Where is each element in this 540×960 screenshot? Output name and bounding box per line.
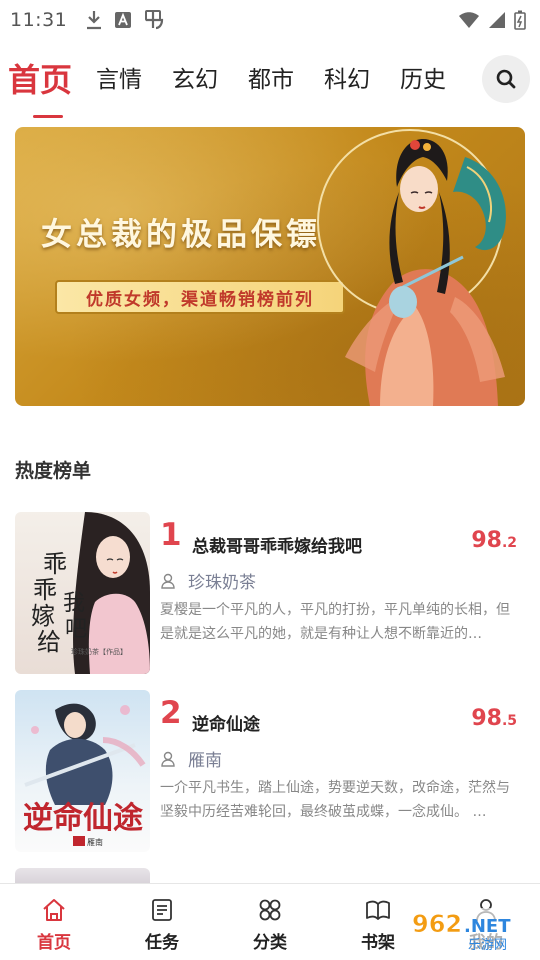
nav-bookshelf-label: 书架 [361, 933, 395, 953]
score-main: 98 [471, 706, 502, 731]
author-name[interactable]: 珍珠奶茶 [188, 568, 256, 593]
svg-text:.NET: .NET [464, 916, 511, 937]
home-icon [43, 899, 65, 921]
book-title[interactable]: 逆命仙途 [192, 710, 260, 735]
book-title[interactable]: 总裁哥哥乖乖嫁给我吧 [192, 532, 362, 557]
battery-icon [514, 10, 526, 30]
book-cover-2[interactable]: 逆命仙途 雁南 [15, 690, 150, 852]
tab-home-label: 首页 [8, 61, 73, 99]
ranking-item-1[interactable]: 乖 乖 嫁 给 我 吧 珍珠奶茶【作品】 1 总裁哥哥乖乖嫁给我吧 98.2 珍… [15, 512, 525, 674]
cover-2-title-glyphs: 逆命仙途 [23, 801, 144, 836]
search-button[interactable] [482, 55, 530, 103]
rank-number: 1 [160, 517, 182, 553]
tab-fantasy[interactable]: 玄幻 [172, 68, 218, 92]
svg-text:吧: 吧 [65, 617, 87, 642]
task-icon [152, 899, 172, 921]
tab-urban[interactable]: 都市 [248, 68, 294, 92]
svg-text:雁南: 雁南 [87, 837, 103, 847]
book-description: 夏樱是一个平凡的人，平凡的打扮，平凡单纯的长相，但是就是这么平凡的她，就是有种让… [160, 602, 510, 642]
author-name[interactable]: 雁南 [188, 746, 222, 771]
book-info-1: 1 总裁哥哥乖乖嫁给我吧 98.2 珍珠奶茶 夏樱是一个平凡的人，平凡的打扮，平… [160, 512, 525, 674]
rank-number: 2 [160, 695, 182, 731]
font-a-icon [115, 12, 132, 28]
wifi-icon [459, 12, 479, 28]
nav-home-label: 首页 [37, 933, 71, 953]
nav-category[interactable]: 分类 [216, 884, 324, 960]
book-cover-art-2: 逆命仙途 雁南 [15, 690, 150, 852]
user-icon [161, 751, 175, 767]
book-description: 一介平凡书生，踏上仙途，势要逆天数，改命途，茫然与坚毅中历经苦难轮回，最终破茧成… [160, 780, 510, 820]
download-icon [87, 11, 102, 30]
svg-text:乖: 乖 [33, 576, 57, 604]
banner-character-illustration [317, 129, 506, 406]
tab-romance[interactable]: 言情 [96, 68, 142, 92]
tab-scifi[interactable]: 科幻 [324, 68, 370, 92]
banner-subtitle: 优质女频，渠道畅销榜前列 [86, 289, 314, 310]
heat-score: 98.2 [471, 528, 517, 553]
score-main: 98 [471, 528, 502, 553]
nav-category-label: 分类 [253, 933, 287, 953]
svg-text:给: 给 [37, 628, 61, 656]
score-decimal: .2 [501, 535, 517, 551]
heat-score: 98.5 [471, 706, 517, 731]
watermark-logo: 962 .NET 乐游网 [406, 908, 536, 953]
category-tabs: 首页 言情 玄幻 都市 科幻 历史 [0, 48, 540, 118]
svg-text:珍珠奶茶【作品】: 珍珠奶茶【作品】 [71, 647, 127, 656]
book-cover-1[interactable]: 乖 乖 嫁 给 我 吧 珍珠奶茶【作品】 [15, 512, 150, 674]
cover-1-title-glyph: 乖 [43, 550, 67, 578]
book-cover-art-1: 乖 乖 嫁 给 我 吧 珍珠奶茶【作品】 [15, 512, 150, 674]
banner-subtitle-plate: 优质女频，渠道畅销榜前列 [55, 280, 345, 314]
author-row: 雁南 [160, 746, 222, 771]
tab-home[interactable]: 首页 [8, 61, 73, 118]
bug-icon [145, 10, 164, 30]
tab-history[interactable]: 历史 [400, 68, 446, 92]
banner-title: 女总裁的极品保镖 [41, 217, 321, 253]
svg-text:962: 962 [412, 910, 462, 938]
active-tab-indicator [33, 115, 63, 118]
score-decimal: .5 [501, 713, 517, 729]
signal-icon [489, 12, 505, 28]
svg-text:嫁: 嫁 [31, 602, 55, 630]
user-icon [161, 573, 175, 589]
hot-ranking-title: 热度榜单 [15, 460, 92, 482]
svg-text:我: 我 [63, 591, 85, 616]
nav-tasks[interactable]: 任务 [108, 884, 216, 960]
book-cover-3-partial[interactable] [15, 868, 150, 883]
svg-text:乐游网: 乐游网 [468, 938, 507, 953]
bookshelf-icon [366, 900, 390, 920]
category-icon [259, 899, 281, 921]
status-time: 11:31 [10, 9, 68, 31]
nav-tasks-label: 任务 [145, 933, 179, 953]
nav-home[interactable]: 首页 [0, 884, 108, 960]
book-info-2: 2 逆命仙途 98.5 雁南 一介平凡书生，踏上仙途，势要逆天数，改命途，茫然与… [160, 690, 525, 852]
promo-banner[interactable]: 女总裁的极品保镖 优质女频，渠道畅销榜前列 [15, 127, 525, 406]
ranking-item-2[interactable]: 逆命仙途 雁南 2 逆命仙途 98.5 雁南 一介平凡书生，踏上仙途，势要逆天数… [15, 690, 525, 852]
search-icon [496, 69, 516, 89]
status-bar: 11:31 [0, 0, 540, 40]
site-watermark: 962 .NET 乐游网 [406, 906, 536, 954]
author-row: 珍珠奶茶 [160, 568, 256, 593]
